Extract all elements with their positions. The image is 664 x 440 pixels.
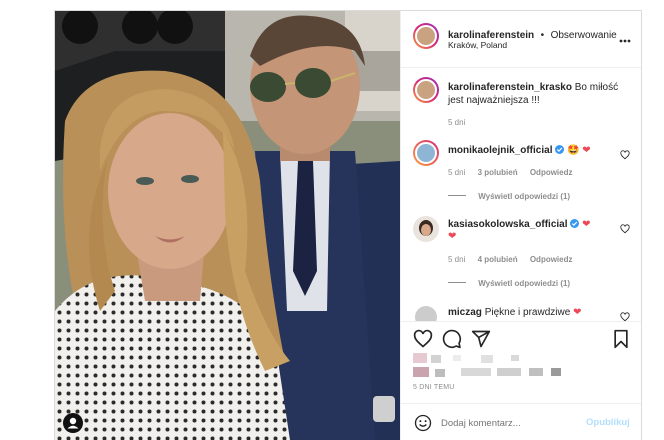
post-header: karolinaferenstein • Obserwowanie Kraków… [401, 11, 641, 68]
view-replies-button[interactable]: Wyświetl odpowiedzi (1) [478, 192, 570, 201]
like-comment-heart-icon[interactable] [620, 312, 630, 321]
share-paper-plane-icon[interactable] [471, 329, 491, 349]
reply-button[interactable]: Odpowiedz [530, 255, 573, 264]
post-side-panel: karolinaferenstein • Obserwowanie Kraków… [400, 11, 641, 440]
like-comment-heart-icon[interactable] [620, 224, 630, 234]
comment-text: Piękne i prawdziwe [484, 307, 571, 318]
comment-time[interactable]: 5 dni [448, 168, 465, 177]
divider [401, 321, 641, 322]
publish-button[interactable]: Opublikuj [586, 417, 630, 428]
emoji-smiley-icon[interactable] [414, 414, 432, 432]
red-heart-icon: ❤ [582, 219, 591, 230]
post-frame: karolinaferenstein • Obserwowanie Kraków… [54, 10, 642, 440]
avatar[interactable] [415, 306, 437, 321]
selfie-illustration [55, 11, 400, 440]
header-location[interactable]: Kraków, Poland [448, 40, 507, 50]
comment-input[interactable] [441, 415, 581, 431]
replies-divider [448, 282, 466, 283]
replies-divider [448, 195, 466, 196]
bookmark-icon[interactable] [612, 329, 630, 349]
view-replies-button[interactable]: Wyświetl odpowiedzi (1) [478, 279, 570, 288]
red-heart-icon: ❤ [573, 307, 582, 318]
verified-badge-icon [555, 145, 565, 154]
red-heart-icon: ❤ [448, 231, 457, 242]
post-date[interactable]: 5 DNI TEMU [413, 384, 455, 391]
caption-time[interactable]: 5 dni [448, 118, 465, 127]
red-heart-icon: ❤ [582, 145, 591, 156]
avatar[interactable] [413, 77, 439, 103]
avatar[interactable] [413, 23, 439, 49]
comment-time[interactable]: 5 dni [448, 255, 465, 264]
header-dot: • [540, 30, 545, 41]
divider [401, 403, 641, 404]
reply-button[interactable]: Odpowiedz [530, 168, 573, 177]
avatar[interactable] [413, 140, 439, 166]
caption-username[interactable]: karolinaferenstein_krasko [448, 82, 572, 93]
more-options-icon[interactable] [619, 31, 631, 49]
like-comment-heart-icon[interactable] [620, 150, 630, 160]
comment-3: miczag Piękne i prawdziwe ❤ [401, 299, 641, 321]
verified-badge-icon [570, 219, 580, 228]
comment-username[interactable]: kasiasokolowska_official [448, 219, 568, 230]
comment-username[interactable]: miczag [448, 307, 482, 318]
post-photo[interactable] [55, 11, 400, 440]
comment-emoji: 🤩 [567, 145, 580, 156]
comment-likes[interactable]: 4 polubień [478, 255, 518, 264]
comment-bubble-icon[interactable] [442, 329, 462, 349]
like-heart-icon[interactable] [413, 329, 433, 349]
comment-username[interactable]: monikaolejnik_official [448, 145, 552, 156]
avatar[interactable] [413, 216, 439, 242]
tagged-user-icon[interactable] [63, 413, 83, 433]
follow-status-button[interactable]: Obserwowanie [551, 30, 617, 41]
comment-likes[interactable]: 3 polubień [478, 168, 518, 177]
